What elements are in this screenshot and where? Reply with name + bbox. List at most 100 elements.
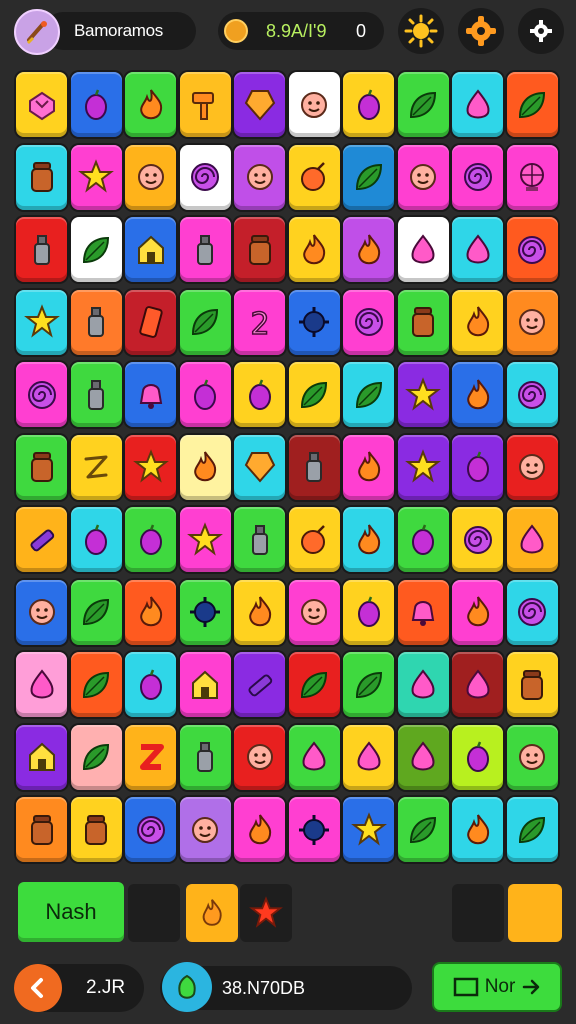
tile[interactable]	[16, 72, 67, 137]
tile[interactable]	[70, 652, 122, 717]
tile[interactable]	[343, 434, 394, 500]
tile[interactable]	[397, 144, 449, 210]
tile[interactable]	[179, 362, 231, 427]
tile[interactable]	[70, 362, 122, 427]
settings-button[interactable]	[458, 8, 504, 54]
tray-slot[interactable]	[128, 884, 180, 942]
tile[interactable]	[452, 362, 503, 427]
tile[interactable]	[16, 434, 67, 500]
tile[interactable]	[179, 144, 231, 210]
tile[interactable]	[234, 579, 285, 645]
tile[interactable]	[397, 579, 449, 645]
tile[interactable]	[288, 217, 340, 282]
tile[interactable]	[179, 797, 231, 862]
tile[interactable]	[125, 652, 176, 717]
tile[interactable]	[452, 72, 503, 137]
tile[interactable]	[452, 289, 503, 355]
tile[interactable]	[343, 652, 394, 717]
tray-slot[interactable]	[240, 884, 292, 942]
tile[interactable]	[452, 144, 503, 210]
tile[interactable]	[452, 217, 503, 282]
tile[interactable]	[234, 724, 285, 790]
tile[interactable]	[343, 289, 394, 355]
tile[interactable]	[506, 434, 558, 500]
tile[interactable]	[397, 797, 449, 862]
tray-slot[interactable]	[186, 884, 238, 942]
tile[interactable]	[397, 434, 449, 500]
tile[interactable]	[343, 579, 394, 645]
tile[interactable]	[288, 144, 340, 210]
tile[interactable]	[288, 72, 340, 137]
tile[interactable]	[125, 724, 176, 790]
tile[interactable]	[125, 144, 176, 210]
tile[interactable]	[506, 797, 558, 862]
tile[interactable]	[506, 579, 558, 645]
tile[interactable]	[70, 72, 122, 137]
tile[interactable]	[234, 72, 285, 137]
tile[interactable]	[506, 652, 558, 717]
tile[interactable]	[288, 724, 340, 790]
tile[interactable]	[16, 797, 67, 862]
tile[interactable]	[125, 434, 176, 500]
tile[interactable]	[506, 72, 558, 137]
tile[interactable]	[70, 724, 122, 790]
tile[interactable]	[506, 144, 558, 210]
tile[interactable]	[179, 217, 231, 282]
tile[interactable]	[506, 362, 558, 427]
tile[interactable]	[343, 362, 394, 427]
tile[interactable]	[16, 362, 67, 427]
tile[interactable]	[234, 434, 285, 500]
tile[interactable]	[288, 289, 340, 355]
tray-slot[interactable]	[452, 884, 504, 942]
tile[interactable]	[16, 579, 67, 645]
tile[interactable]	[452, 724, 503, 790]
tile[interactable]	[179, 652, 231, 717]
tile[interactable]	[506, 217, 558, 282]
tile[interactable]	[70, 144, 122, 210]
tile[interactable]	[16, 144, 67, 210]
tile[interactable]	[70, 507, 122, 572]
tile[interactable]	[179, 72, 231, 137]
tile[interactable]	[343, 144, 394, 210]
tile[interactable]	[288, 797, 340, 862]
tile[interactable]	[234, 362, 285, 427]
tile[interactable]	[179, 289, 231, 355]
tile[interactable]	[125, 362, 176, 427]
tile[interactable]	[234, 144, 285, 210]
options-button[interactable]	[518, 8, 564, 54]
tile[interactable]	[397, 217, 449, 282]
tile[interactable]	[234, 507, 285, 572]
next-button[interactable]: Nor	[432, 962, 562, 1012]
tile[interactable]	[125, 797, 176, 862]
tile[interactable]	[16, 652, 67, 717]
tile[interactable]	[125, 217, 176, 282]
tile[interactable]	[125, 507, 176, 572]
tile[interactable]	[288, 434, 340, 500]
tile[interactable]	[234, 652, 285, 717]
tile[interactable]	[397, 72, 449, 137]
tile[interactable]	[179, 507, 231, 572]
tile[interactable]	[506, 724, 558, 790]
tile[interactable]	[288, 362, 340, 427]
tile[interactable]	[343, 797, 394, 862]
tile[interactable]	[16, 507, 67, 572]
tile[interactable]	[179, 579, 231, 645]
back-button[interactable]	[14, 964, 62, 1012]
tile[interactable]	[288, 507, 340, 572]
tile[interactable]	[452, 507, 503, 572]
tile[interactable]	[16, 724, 67, 790]
tile[interactable]	[397, 289, 449, 355]
tile[interactable]	[452, 434, 503, 500]
tile[interactable]	[452, 579, 503, 645]
tile[interactable]	[452, 797, 503, 862]
tile[interactable]	[70, 579, 122, 645]
tile[interactable]	[397, 724, 449, 790]
tile[interactable]	[70, 434, 122, 500]
tile[interactable]	[343, 724, 394, 790]
tile[interactable]	[288, 579, 340, 645]
tile[interactable]	[179, 724, 231, 790]
tile[interactable]	[70, 217, 122, 282]
tile[interactable]	[234, 797, 285, 862]
tile[interactable]	[70, 797, 122, 862]
tile[interactable]	[234, 217, 285, 282]
